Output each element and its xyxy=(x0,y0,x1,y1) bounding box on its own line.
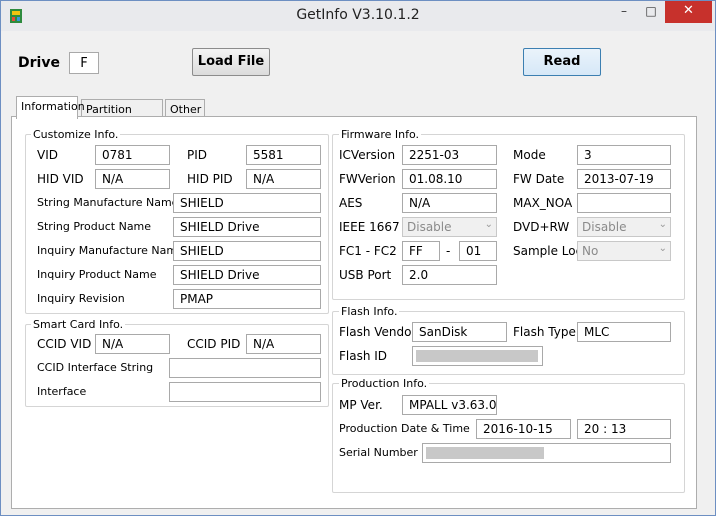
interface-label: Interface xyxy=(37,385,87,398)
aes-label: AES xyxy=(339,196,363,210)
production-info-title: Production Info. xyxy=(339,377,430,390)
ccid-vid-label: CCID VID xyxy=(37,337,92,351)
mp-ver-label: MP Ver. xyxy=(339,398,383,412)
fc1-field[interactable]: FF xyxy=(402,241,440,261)
fc2-field[interactable]: 01 xyxy=(459,241,497,261)
mode-field[interactable]: 3 xyxy=(577,145,671,165)
flash-id-redacted xyxy=(416,350,538,362)
vid-label: VID xyxy=(37,148,58,162)
hid-pid-field[interactable]: N/A xyxy=(246,169,321,189)
ccid-pid-field[interactable]: N/A xyxy=(246,334,321,354)
inquiry-revision-label: Inquiry Revision xyxy=(37,292,125,305)
hid-vid-field[interactable]: N/A xyxy=(95,169,170,189)
tab-information[interactable]: Information xyxy=(16,96,85,119)
ccid-interface-string-label: CCID Interface String xyxy=(37,361,154,374)
usb-port-field[interactable]: 2.0 xyxy=(402,265,497,285)
chevron-down-icon: ⌄ xyxy=(484,219,493,230)
production-time-field[interactable]: 20 : 13 xyxy=(577,419,671,439)
mp-ver-field[interactable]: MPALL v3.63.00 xyxy=(402,395,497,415)
fw-date-field[interactable]: 2013-07-19 xyxy=(577,169,671,189)
flash-info-title: Flash Info. xyxy=(339,305,400,318)
fw-date-label: FW Date xyxy=(513,172,565,186)
inquiry-product-field[interactable]: SHIELD Drive xyxy=(173,265,321,285)
ccid-vid-field[interactable]: N/A xyxy=(95,334,170,354)
pid-label: PID xyxy=(187,148,208,162)
max-noa-field[interactable] xyxy=(577,193,671,213)
serial-number-redacted xyxy=(426,447,544,459)
load-file-button[interactable]: Load File xyxy=(192,48,270,76)
close-button[interactable]: ✕ xyxy=(665,1,712,23)
hid-vid-label: HID VID xyxy=(37,172,84,186)
flash-vendor-field[interactable]: SanDisk xyxy=(412,322,507,342)
read-button[interactable]: Read xyxy=(523,48,601,76)
inquiry-manufacture-label: Inquiry Manufacture Name xyxy=(37,244,184,257)
flash-type-label: Flash Type xyxy=(513,325,576,339)
sample-lock-select[interactable]: No ⌄ xyxy=(577,241,671,261)
max-noa-label: MAX_NOA xyxy=(513,196,573,210)
drive-field[interactable]: F xyxy=(69,52,99,74)
string-manufacture-field[interactable]: SHIELD xyxy=(173,193,321,213)
vid-field[interactable]: 0781 xyxy=(95,145,170,165)
serial-number-label: Serial Number xyxy=(339,446,418,459)
dvd-rw-select[interactable]: Disable ⌄ xyxy=(577,217,671,237)
drive-label: Drive xyxy=(18,55,60,71)
string-manufacture-label: String Manufacture Name xyxy=(37,196,179,209)
minimize-button[interactable]: – xyxy=(611,1,637,23)
title-bar[interactable]: GetInfo V3.10.1.2 – □ ✕ xyxy=(1,1,715,31)
hid-pid-label: HID PID xyxy=(187,172,233,186)
maximize-button[interactable]: □ xyxy=(637,1,665,23)
interface-field[interactable] xyxy=(169,382,321,402)
inquiry-manufacture-field[interactable]: SHIELD xyxy=(173,241,321,261)
flash-vendor-label: Flash Vendor xyxy=(339,325,417,339)
usb-port-label: USB Port xyxy=(339,268,392,282)
string-product-label: String Product Name xyxy=(37,220,152,233)
fc-label: FC1 - FC2 xyxy=(339,244,397,258)
string-product-field[interactable]: SHIELD Drive xyxy=(173,217,321,237)
dvd-rw-value: Disable xyxy=(582,220,627,234)
ieee1667-value: Disable xyxy=(407,220,452,234)
customize-info-title: Customize Info. xyxy=(31,128,121,141)
flash-id-label: Flash ID xyxy=(339,349,388,363)
chevron-down-icon: ⌄ xyxy=(658,243,667,254)
app-window: GetInfo V3.10.1.2 – □ ✕ Drive F Load Fil… xyxy=(0,0,716,516)
flash-id-field[interactable] xyxy=(412,346,543,366)
ccid-pid-label: CCID PID xyxy=(187,337,241,351)
chevron-down-icon: ⌄ xyxy=(658,219,667,230)
fc-separator: - xyxy=(446,244,451,258)
ieee1667-label: IEEE 1667 xyxy=(339,220,400,234)
mode-label: Mode xyxy=(513,148,546,162)
firmware-info-title: Firmware Info. xyxy=(339,128,422,141)
inquiry-product-label: Inquiry Product Name xyxy=(37,268,157,281)
dvd-rw-label: DVD+RW xyxy=(513,220,570,234)
flash-type-field[interactable]: MLC xyxy=(577,322,671,342)
fwversion-field[interactable]: 01.08.10 xyxy=(402,169,497,189)
pid-field[interactable]: 5581 xyxy=(246,145,321,165)
serial-number-field[interactable] xyxy=(422,443,671,463)
production-date-field[interactable]: 2016-10-15 xyxy=(476,419,571,439)
icversion-field[interactable]: 2251-03 xyxy=(402,145,497,165)
icversion-label: ICVersion xyxy=(339,148,396,162)
sample-lock-value: No xyxy=(582,244,599,258)
production-datetime-label: Production Date & Time xyxy=(339,422,470,435)
window-title: GetInfo V3.10.1.2 xyxy=(296,7,420,23)
inquiry-revision-field[interactable]: PMAP xyxy=(173,289,321,309)
ieee1667-select[interactable]: Disable ⌄ xyxy=(402,217,497,237)
smart-card-info-title: Smart Card Info. xyxy=(31,318,126,331)
ccid-interface-string-field[interactable] xyxy=(169,358,321,378)
aes-field[interactable]: N/A xyxy=(402,193,497,213)
fwversion-label: FWVerion xyxy=(339,172,396,186)
